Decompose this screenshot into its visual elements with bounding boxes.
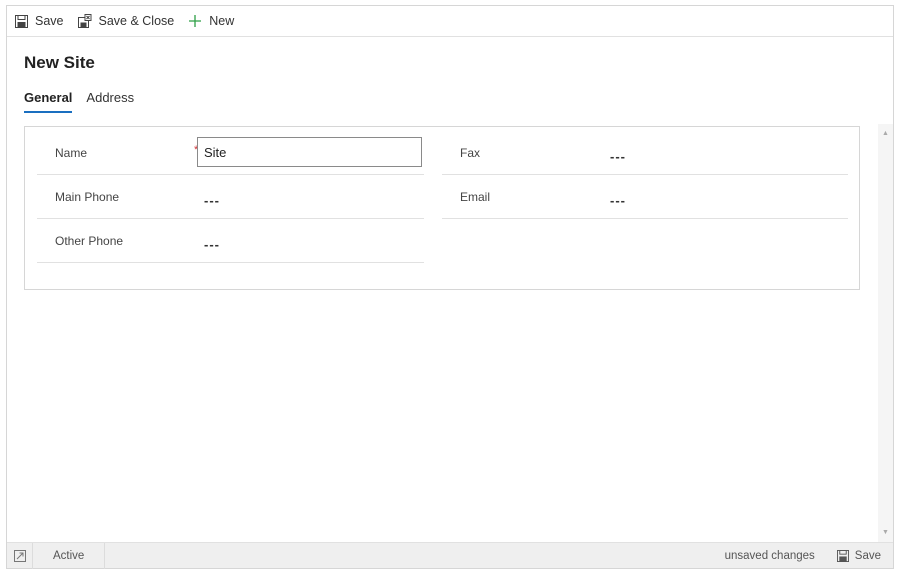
fax-value[interactable]: --- [610, 149, 626, 164]
tab-list: General Address [24, 90, 148, 113]
save-close-button[interactable]: Save & Close [77, 9, 175, 33]
save-icon [836, 549, 849, 562]
vertical-scrollbar[interactable]: ▲ ▼ [878, 124, 893, 542]
save-label: Save [35, 14, 64, 28]
record-status: Active [33, 542, 105, 569]
scroll-up-icon[interactable]: ▲ [882, 130, 889, 137]
expand-button[interactable] [7, 542, 33, 569]
email-label: Email [460, 190, 491, 204]
name-input[interactable] [197, 137, 422, 167]
main-phone-value[interactable]: --- [204, 193, 220, 208]
form-window: Save Save & Close New New Site General A… [6, 5, 894, 569]
fax-label: Fax [460, 146, 481, 160]
new-label: New [209, 14, 235, 28]
plus-icon [188, 14, 202, 28]
new-button[interactable]: New [188, 9, 234, 33]
general-section: Name * Main Phone --- Other Phone --- Fa… [24, 126, 860, 290]
save-close-icon [77, 14, 92, 28]
save-close-label: Save & Close [98, 14, 175, 28]
tab-address[interactable]: Address [86, 90, 134, 113]
command-bar: Save Save & Close New [7, 6, 893, 37]
email-value[interactable]: --- [610, 193, 626, 208]
save-button[interactable]: Save [14, 9, 64, 33]
main-phone-label: Main Phone [55, 190, 120, 204]
status-save-button[interactable]: Save [836, 549, 881, 562]
expand-icon [13, 549, 26, 562]
status-save-label: Save [854, 549, 881, 562]
fax-field: Fax --- [442, 131, 848, 175]
other-phone-label: Other Phone [55, 234, 124, 248]
main-phone-field: Main Phone --- [37, 175, 424, 219]
other-phone-value[interactable]: --- [204, 237, 220, 252]
form-scroll-area: Name * Main Phone --- Other Phone --- Fa… [7, 124, 893, 542]
scroll-down-icon[interactable]: ▼ [882, 529, 889, 536]
page-title: New Site [24, 53, 95, 72]
email-field: Email --- [442, 175, 848, 219]
other-phone-field: Other Phone --- [37, 219, 424, 263]
name-label: Name [55, 146, 88, 160]
name-field: Name * [37, 131, 424, 175]
save-icon [14, 14, 28, 28]
status-bar: Active unsaved changes Save [7, 542, 893, 569]
tab-general[interactable]: General [24, 90, 73, 113]
unsaved-changes-text: unsaved changes [724, 549, 815, 562]
